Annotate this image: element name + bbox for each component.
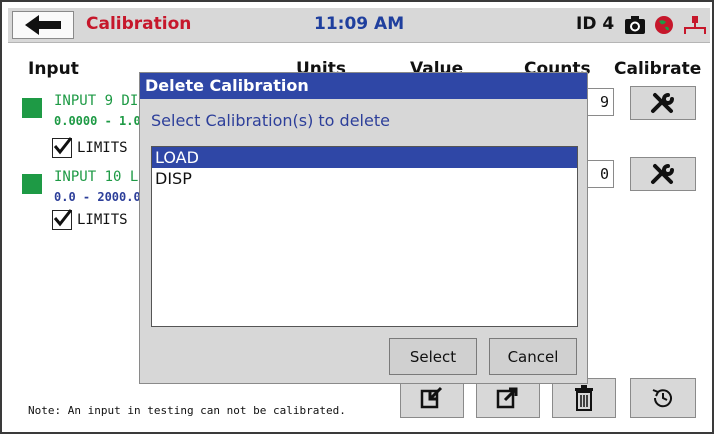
limits-label: LIMITS xyxy=(77,140,128,156)
select-button[interactable]: Select xyxy=(389,338,477,375)
import-icon xyxy=(420,386,443,409)
column-header-input: Input xyxy=(28,59,79,79)
page-title: Calibration xyxy=(86,14,192,34)
device-id: ID 4 xyxy=(576,14,615,34)
dialog-title: Delete Calibration xyxy=(140,73,587,99)
dialog-prompt: Select Calibration(s) to delete xyxy=(151,111,390,130)
network-icon[interactable] xyxy=(682,15,708,35)
app-frame: Calibration 11:09 AM ID 4 Input Units Va… xyxy=(0,0,714,434)
status-indicator xyxy=(22,98,42,118)
header-bar: Calibration 11:09 AM ID 4 xyxy=(8,8,710,43)
input-name: INPUT 9 DI xyxy=(54,93,139,109)
delete-button[interactable] xyxy=(552,378,616,418)
cancel-button[interactable]: Cancel xyxy=(489,338,577,375)
wrench-icon xyxy=(651,93,674,113)
arrow-left-icon xyxy=(25,15,61,35)
delete-calibration-dialog: Delete Calibration Select Calibration(s)… xyxy=(139,72,588,384)
back-button[interactable] xyxy=(12,11,74,39)
calibration-list-item[interactable]: DISP xyxy=(152,168,577,189)
column-header-calibrate: Calibrate xyxy=(614,59,702,79)
clock-time: 11:09 AM xyxy=(314,14,405,34)
calibrate-button[interactable] xyxy=(630,86,696,120)
status-indicator xyxy=(22,174,42,194)
limits-label: LIMITS xyxy=(77,212,128,228)
history-icon xyxy=(652,389,672,408)
import-button[interactable] xyxy=(400,378,464,418)
check-icon xyxy=(53,137,72,155)
limits-checkbox[interactable] xyxy=(52,209,72,230)
input-range: 0.0 - 2000.0 xyxy=(54,190,141,204)
calibrate-button[interactable] xyxy=(630,157,696,191)
input-range: 0.0000 - 1.0 xyxy=(54,114,141,128)
check-icon xyxy=(53,209,72,227)
footer-note: Note: An input in testing can not be cal… xyxy=(28,404,346,417)
trash-icon xyxy=(575,385,593,411)
history-button[interactable] xyxy=(630,378,696,418)
input-name: INPUT 10 L xyxy=(54,169,139,185)
calibration-list-item[interactable]: LOAD xyxy=(152,147,577,168)
wrench-icon xyxy=(651,164,674,184)
export-button[interactable] xyxy=(476,378,540,418)
limits-checkbox[interactable] xyxy=(52,137,72,158)
export-icon xyxy=(496,387,518,409)
camera-icon[interactable] xyxy=(624,15,646,35)
globe-icon[interactable] xyxy=(654,15,674,35)
calibration-list[interactable]: LOAD DISP xyxy=(151,146,578,327)
